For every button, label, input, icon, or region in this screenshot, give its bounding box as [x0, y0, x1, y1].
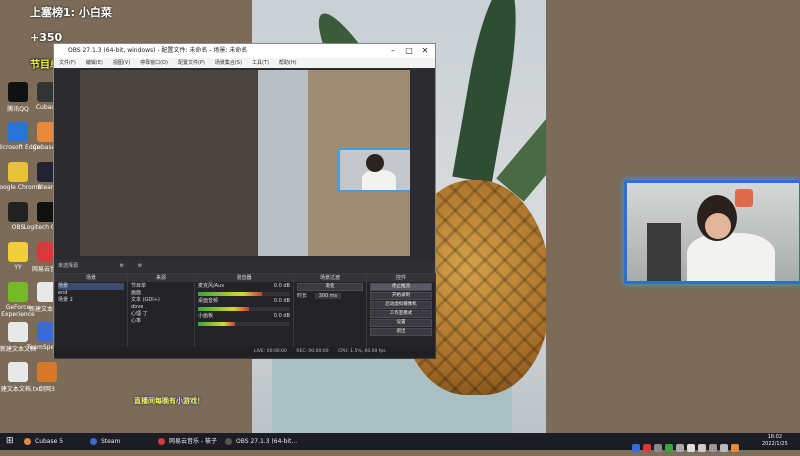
preview-pineapple	[258, 70, 308, 256]
close-icon[interactable]: ✕	[418, 44, 432, 58]
app-icon	[225, 438, 232, 445]
no-source-label: 未选择源	[58, 263, 79, 269]
sources-title: 来源	[128, 274, 194, 282]
minimize-icon[interactable]: –	[386, 44, 400, 58]
taskbar-item-label: 网易云音乐 - 筱子	[169, 438, 217, 445]
taskbar: ⊞ Cubase 5 Steam 网易云音乐 - 筱子 OBS 27.1.3 (64-…	[0, 433, 800, 452]
menu-item[interactable]: 帮助(H)	[279, 60, 297, 66]
live-status: LIVE: 00:00:00	[254, 349, 287, 354]
taskbar-item[interactable]: Cubase 5	[24, 433, 63, 450]
mixer-channel-name: 麦克风/Aux	[198, 283, 225, 289]
source-item[interactable]: 文本 (GDI+)	[131, 297, 191, 304]
menu-item[interactable]: 编辑(E)	[86, 60, 103, 66]
system-tray[interactable]	[632, 437, 742, 452]
obs-titlebar[interactable]: OBS 27.1.3 (64-bit, windows) - 配置文件: 未命名…	[54, 44, 435, 58]
duration-input[interactable]: 300 ms	[314, 293, 342, 299]
rec-status: REC: 00:00:00	[296, 349, 329, 354]
transition-type-select[interactable]: 渐变	[297, 283, 363, 291]
control-button[interactable]: 设置	[370, 319, 432, 327]
mixer-channel: 麦克风/Aux 0.0 dB	[195, 282, 293, 291]
control-button[interactable]: 工作室模式	[370, 310, 432, 318]
mixer-channel-name: 小画板	[198, 313, 214, 319]
taskbar-item-label: OBS 27.1.3 (64-bit...	[236, 438, 298, 445]
control-button[interactable]: 退出	[370, 328, 432, 336]
maximize-icon[interactable]: □	[402, 44, 416, 58]
volume-meter[interactable]	[198, 292, 290, 296]
source-item[interactable]: 心率	[131, 318, 191, 325]
clock-date: 2022/1/25	[762, 441, 788, 447]
taskbar-item-label: Cubase 5	[35, 438, 64, 445]
leaderboard-text: 上塞榜1: 小白菜	[30, 6, 112, 19]
obs-statusbar: LIVE: 00:00:00 REC: 00:00:00 CPU: 1.5%, …	[54, 347, 435, 357]
mixer-channel-db: 0.0 dB	[273, 283, 290, 289]
menu-item[interactable]: 停靠窗口(D)	[140, 60, 168, 66]
source-item[interactable]: 画面	[131, 290, 191, 297]
source-toolbar: 未选择源 ⚙ ⚙	[54, 260, 435, 272]
control-button[interactable]: 启动虚拟摄像机	[370, 301, 432, 309]
mixer-channel: 桌面音频 0.0 dB	[195, 297, 293, 306]
windows-start-icon[interactable]: ⊞	[6, 433, 14, 450]
scene-item[interactable]: end	[58, 290, 124, 297]
taskbar-item[interactable]: OBS 27.1.3 (64-bit...	[225, 433, 297, 450]
preview-webcam-source[interactable]	[338, 148, 410, 192]
mixer-channel: 小画板 0.0 dB	[195, 312, 293, 321]
clock-time: 18:02	[767, 434, 783, 440]
menu-item[interactable]: 配置文件(P)	[178, 60, 205, 66]
source-item[interactable]: dove	[131, 304, 191, 311]
transitions-title: 场景过渡	[294, 274, 366, 282]
duration-label: 时长	[297, 293, 308, 299]
desktop-icon-label: 剑网3	[39, 386, 55, 393]
control-button[interactable]: 停止推流	[370, 283, 432, 291]
obs-menubar: 文件(F) 编辑(E) 视图(V) 停靠窗口(D) 配置文件(P) 场景集合(S) 工具(T…	[54, 58, 435, 68]
taskbar-item-label: Steam	[101, 438, 121, 445]
volume-meter[interactable]	[198, 322, 290, 326]
controls-title: 控件	[367, 274, 435, 282]
desktop-icon[interactable]: 剑网3	[22, 362, 72, 393]
mixer-title: 混音器	[195, 274, 293, 282]
menu-item[interactable]: 文件(F)	[59, 60, 76, 66]
scene-item[interactable]: 场景	[58, 283, 124, 290]
app-icon	[24, 438, 31, 445]
filter-icon[interactable]: ⚙	[138, 263, 142, 269]
clock[interactable]: 18:02 2022/1/25	[762, 434, 788, 448]
taskbar-item[interactable]: 网易云音乐 - 筱子	[158, 433, 217, 450]
preview-nested-obs	[80, 70, 258, 256]
gear-icon[interactable]: ⚙	[120, 263, 124, 269]
webcam-overlay	[624, 180, 800, 284]
source-item[interactable]: 心理·丁	[131, 311, 191, 318]
obs-docks: 场景 场景 end 场景 2 来源 节目单 画面 文本 (GDI+) dove 心理·丁 心率…	[54, 273, 436, 359]
source-item[interactable]: 节目单	[131, 283, 191, 290]
app-icon	[37, 362, 57, 382]
app-icon	[90, 438, 97, 445]
mixer-channel-name: 桌面音频	[198, 298, 219, 304]
mixer-channel-db: 0.0 dB	[273, 298, 290, 304]
scene-item[interactable]: 场景 2	[58, 297, 124, 304]
app-icon	[158, 438, 165, 445]
obs-window[interactable]: OBS 27.1.3 (64-bit, windows) - 配置文件: 未命名…	[53, 43, 436, 359]
control-button[interactable]: 开始录制	[370, 292, 432, 300]
cpu-status: CPU: 1.5%, 60.00 fps	[338, 349, 386, 354]
menu-item[interactable]: 场景集合(S)	[215, 60, 242, 66]
obs-preview[interactable]	[80, 70, 410, 256]
menu-item[interactable]: 视图(V)	[113, 60, 130, 66]
volume-meter[interactable]	[198, 307, 290, 311]
mixer-channel-db: 0.0 dB	[273, 313, 290, 319]
obs-title: OBS 27.1.3 (64-bit, windows) - 配置文件: 未命名…	[68, 47, 248, 54]
stream-banner: 直播间每晚有小游戏！	[134, 397, 204, 405]
taskbar-item[interactable]: Steam	[90, 433, 120, 450]
scenes-title: 场景	[55, 274, 127, 282]
menu-item[interactable]: 工具(T)	[252, 60, 269, 66]
